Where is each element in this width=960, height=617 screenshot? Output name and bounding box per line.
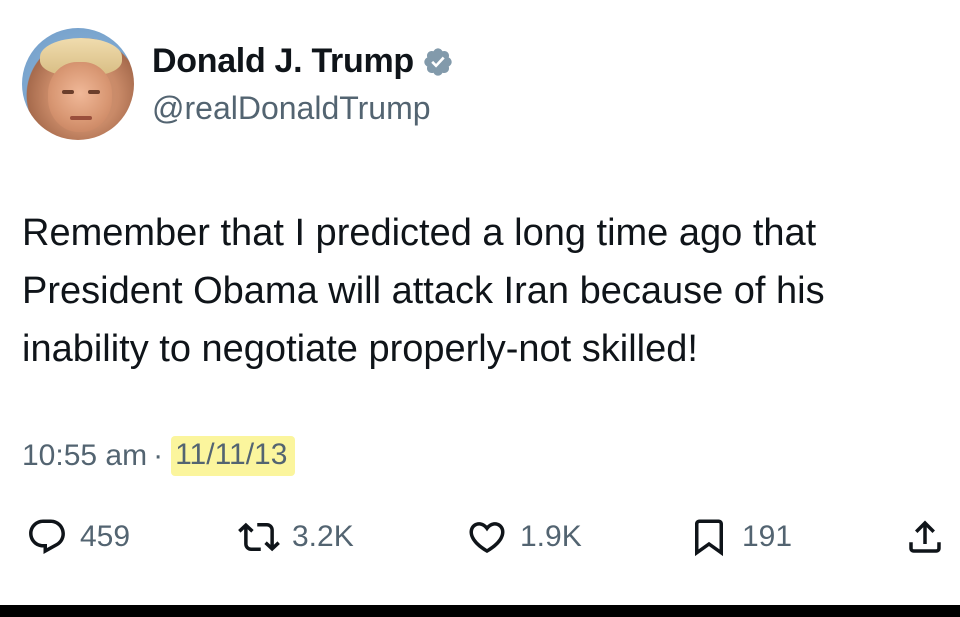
author-handle[interactable]: @realDonaldTrump [152, 90, 431, 127]
tweet-text: Remember that I predicted a long time ag… [22, 212, 825, 370]
author-display-name[interactable]: Donald J. Trump [152, 42, 414, 81]
tweet-card: Donald J. Trump @realDonaldTrump Remembe… [0, 0, 960, 605]
bookmark-count: 191 [742, 520, 793, 553]
meta-separator: · [153, 439, 164, 472]
share-icon [909, 520, 941, 553]
retweet-button[interactable]: 3.2K [238, 516, 354, 558]
heart-icon [469, 522, 505, 554]
verified-badge-icon [424, 47, 452, 76]
avatar[interactable] [22, 28, 134, 140]
tweet-time[interactable]: 10:55 am [22, 439, 147, 473]
reply-count: 459 [80, 520, 131, 553]
like-button[interactable]: 1.9K [466, 516, 582, 558]
retweet-count: 3.2K [292, 520, 354, 553]
like-count: 1.9K [520, 520, 582, 553]
share-button[interactable] [904, 516, 946, 558]
tweet-date[interactable]: 11/11/13 [171, 436, 296, 476]
reply-button[interactable]: 459 [26, 516, 130, 558]
bottom-edge [0, 605, 960, 617]
tweet-meta: 10:55 am · 11/11/13 [22, 436, 296, 476]
bookmark-icon [695, 519, 723, 557]
author-name-row: Donald J. Trump [152, 42, 454, 81]
reply-icon [29, 519, 65, 554]
retweet-icon [238, 522, 280, 552]
bookmark-button[interactable]: 191 [688, 516, 792, 558]
action-bar: 459 3.2K 1.9K 191 [0, 516, 960, 562]
